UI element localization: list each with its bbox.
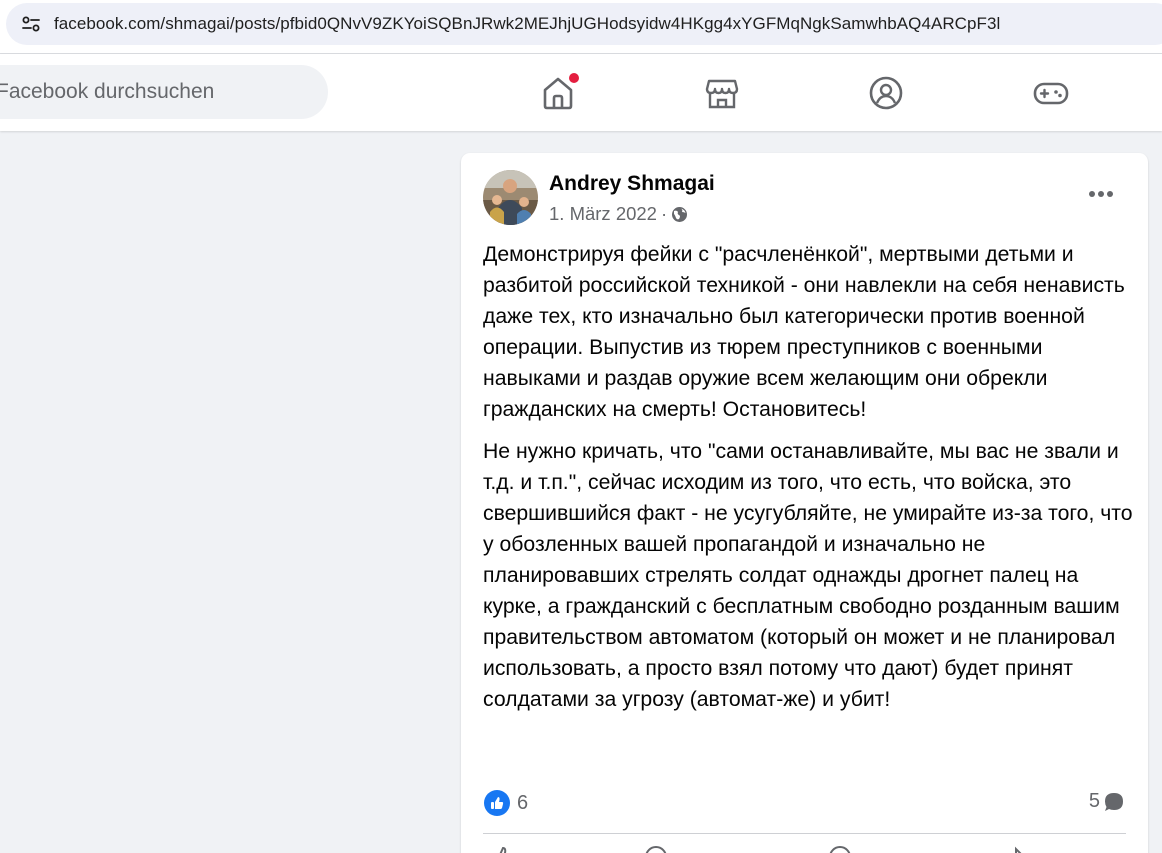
search-placeholder: Facebook durchsuchen [0, 80, 215, 103]
facebook-header: Facebook durchsuchen [0, 54, 1162, 131]
comment-count: 5 [1088, 790, 1100, 812]
comment-summary[interactable]: 5 [1089, 790, 1124, 813]
author-avatar[interactable] [483, 170, 538, 225]
reaction-summary[interactable]: 6 [484, 790, 528, 816]
tab-marketplace[interactable] [697, 68, 747, 118]
gaming-icon [1033, 82, 1069, 105]
post-author-name[interactable]: Andrey Shmagai [549, 172, 715, 196]
tab-home[interactable] [533, 68, 583, 118]
marketplace-icon [705, 79, 739, 109]
post-text: Демонстрируя фейки с "расчленёнкой", мер… [483, 239, 1133, 726]
post-paragraph: Демонстрируя фейки с "расчленёнкой", мер… [483, 243, 1125, 421]
more-options-icon [1089, 191, 1113, 197]
post-date[interactable]: 1. März 2022 [549, 203, 657, 225]
comment-button-icon[interactable] [644, 845, 668, 853]
search-input[interactable]: Facebook durchsuchen [0, 65, 328, 119]
browser-address-bar: facebook.com/shmagai/posts/pfbid0QNvV9ZK… [0, 0, 1162, 54]
send-button-icon[interactable] [828, 845, 852, 853]
share-button-icon[interactable] [1001, 845, 1025, 853]
notification-dot [569, 73, 579, 83]
post-meta: 1. März 2022 · [549, 203, 688, 225]
tab-gaming[interactable] [1026, 68, 1076, 118]
post-card: Andrey Shmagai 1. März 2022 · Демонстрир… [461, 153, 1148, 853]
post-paragraph: Не нужно кричать, что "сами останавливай… [483, 440, 1133, 711]
groups-icon [869, 76, 903, 110]
globe-icon[interactable] [671, 206, 688, 223]
site-settings-icon[interactable] [20, 13, 42, 35]
comment-icon [1105, 792, 1123, 811]
meta-separator: · [660, 203, 668, 224]
reaction-count: 6 [517, 791, 529, 814]
like-button-icon[interactable] [491, 845, 515, 853]
url-field[interactable]: facebook.com/shmagai/posts/pfbid0QNvV9ZK… [6, 3, 1162, 45]
action-divider [483, 833, 1126, 834]
tab-groups[interactable] [861, 68, 911, 118]
like-reaction-icon [484, 790, 510, 816]
url-text[interactable]: facebook.com/shmagai/posts/pfbid0QNvV9ZK… [54, 14, 1000, 34]
post-options-button[interactable] [1081, 179, 1121, 209]
